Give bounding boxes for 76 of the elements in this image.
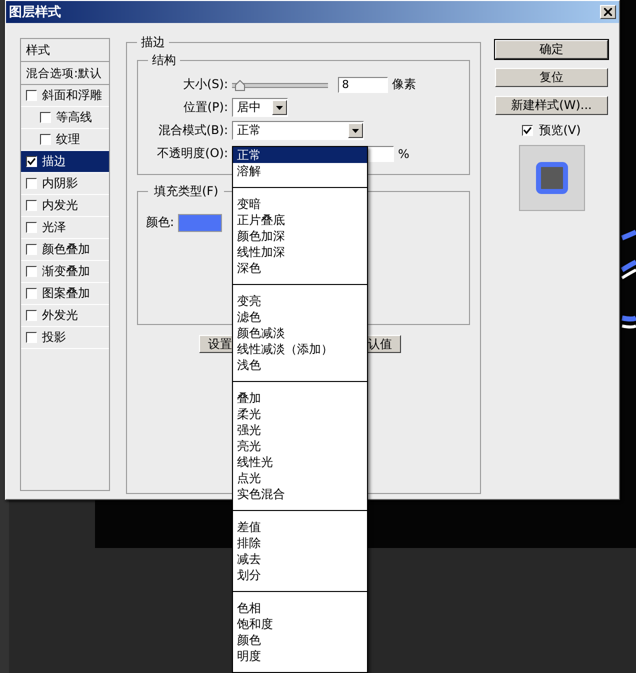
menu-item[interactable]: 颜色加深 — [233, 228, 367, 244]
menu-item[interactable]: 浅色 — [233, 357, 367, 373]
checkbox[interactable] — [26, 266, 37, 277]
menu-item[interactable]: 线性加深 — [233, 244, 367, 260]
size-field[interactable]: 8 — [338, 76, 388, 92]
style-item[interactable]: 渐变叠加 — [21, 261, 109, 283]
group-title: 结构 — [148, 52, 180, 69]
style-item[interactable]: 投影 — [21, 327, 109, 349]
preview-label: 预览(V) — [539, 122, 581, 139]
unit-label: % — [398, 146, 410, 160]
style-item[interactable]: 颜色叠加 — [21, 239, 109, 261]
menu-item[interactable]: 强光 — [233, 422, 367, 438]
group-title: 描边 — [137, 34, 169, 51]
style-item[interactable]: 等高线 — [21, 107, 109, 129]
menu-item[interactable]: 亮光 — [233, 438, 367, 454]
menu-item[interactable]: 实色混合 — [233, 486, 367, 502]
checkbox[interactable] — [26, 200, 37, 211]
close-button[interactable] — [600, 5, 616, 19]
position-dropdown[interactable]: 居中 — [232, 98, 288, 117]
caret-icon — [276, 106, 283, 110]
menu-item[interactable]: 颜色 — [233, 632, 367, 648]
menu-item[interactable]: 柔光 — [233, 406, 367, 422]
style-item[interactable]: 斜面和浮雕 — [21, 85, 109, 107]
menu-item[interactable]: 变亮 — [233, 293, 367, 309]
menu-item[interactable]: 色相 — [233, 600, 367, 616]
caret-icon — [352, 128, 359, 132]
menu-item[interactable]: 划分 — [233, 567, 367, 583]
group-title: 填充类型(F) — [148, 183, 224, 200]
menu-item[interactable]: 差值 — [233, 519, 367, 535]
menu-item[interactable]: 明度 — [233, 648, 367, 664]
checkbox[interactable] — [522, 125, 534, 136]
menu-item[interactable]: 滤色 — [233, 309, 367, 325]
blend-mode-dropdown[interactable]: 正常 — [232, 121, 364, 140]
field-label: 颜色: — [146, 214, 174, 231]
menu-item[interactable]: 饱和度 — [233, 616, 367, 632]
color-swatch[interactable] — [178, 214, 222, 232]
dialog-button[interactable]: 复位 — [495, 68, 608, 87]
menu-item[interactable]: 点光 — [233, 470, 367, 486]
field-label: 不透明度(O): — [156, 145, 229, 162]
style-item[interactable]: 内阴影 — [21, 173, 109, 195]
style-item[interactable]: 描边 — [21, 151, 109, 173]
checkbox[interactable] — [26, 288, 37, 299]
close-icon — [604, 8, 612, 16]
field-label: 混合模式(B): — [157, 122, 229, 139]
menu-item[interactable]: 溶解 — [233, 163, 367, 179]
checkbox[interactable] — [26, 156, 37, 167]
field-label: 位置(P): — [182, 99, 229, 116]
checkbox[interactable] — [40, 134, 51, 145]
stroke-preview-icon — [536, 162, 568, 194]
checkbox[interactable] — [26, 90, 37, 101]
checkbox[interactable] — [26, 222, 37, 233]
menu-item[interactable]: 正常 — [233, 147, 367, 163]
style-item[interactable]: 内发光 — [21, 195, 109, 217]
style-item[interactable]: 外发光 — [21, 305, 109, 327]
menu-item[interactable]: 减去 — [233, 551, 367, 567]
field-label: 大小(S): — [182, 76, 229, 93]
window-title: 图层样式 — [9, 4, 61, 21]
checkbox[interactable] — [26, 332, 37, 343]
style-item[interactable]: 图案叠加 — [21, 283, 109, 305]
list-header: 样式 — [21, 39, 109, 62]
style-item[interactable]: 光泽 — [21, 217, 109, 239]
unit-label: 像素 — [392, 76, 416, 93]
menu-item[interactable]: 变暗 — [233, 196, 367, 212]
menu-item[interactable]: 深色 — [233, 260, 367, 276]
dialog-button[interactable]: 新建样式(W)... — [495, 96, 608, 115]
checkbox[interactable] — [26, 178, 37, 189]
dialog-button[interactable]: 确定 — [495, 40, 608, 59]
menu-item[interactable]: 排除 — [233, 535, 367, 551]
slider-thumb[interactable] — [234, 80, 245, 90]
menu-item[interactable]: 叠加 — [233, 390, 367, 406]
checkbox[interactable] — [26, 244, 37, 255]
menu-item[interactable]: 正片叠底 — [233, 212, 367, 228]
checkbox[interactable] — [40, 112, 51, 123]
blend-options-item[interactable]: 混合选项:默认 — [21, 62, 109, 85]
checkbox[interactable] — [26, 310, 37, 321]
menu-item[interactable]: 线性光 — [233, 454, 367, 470]
